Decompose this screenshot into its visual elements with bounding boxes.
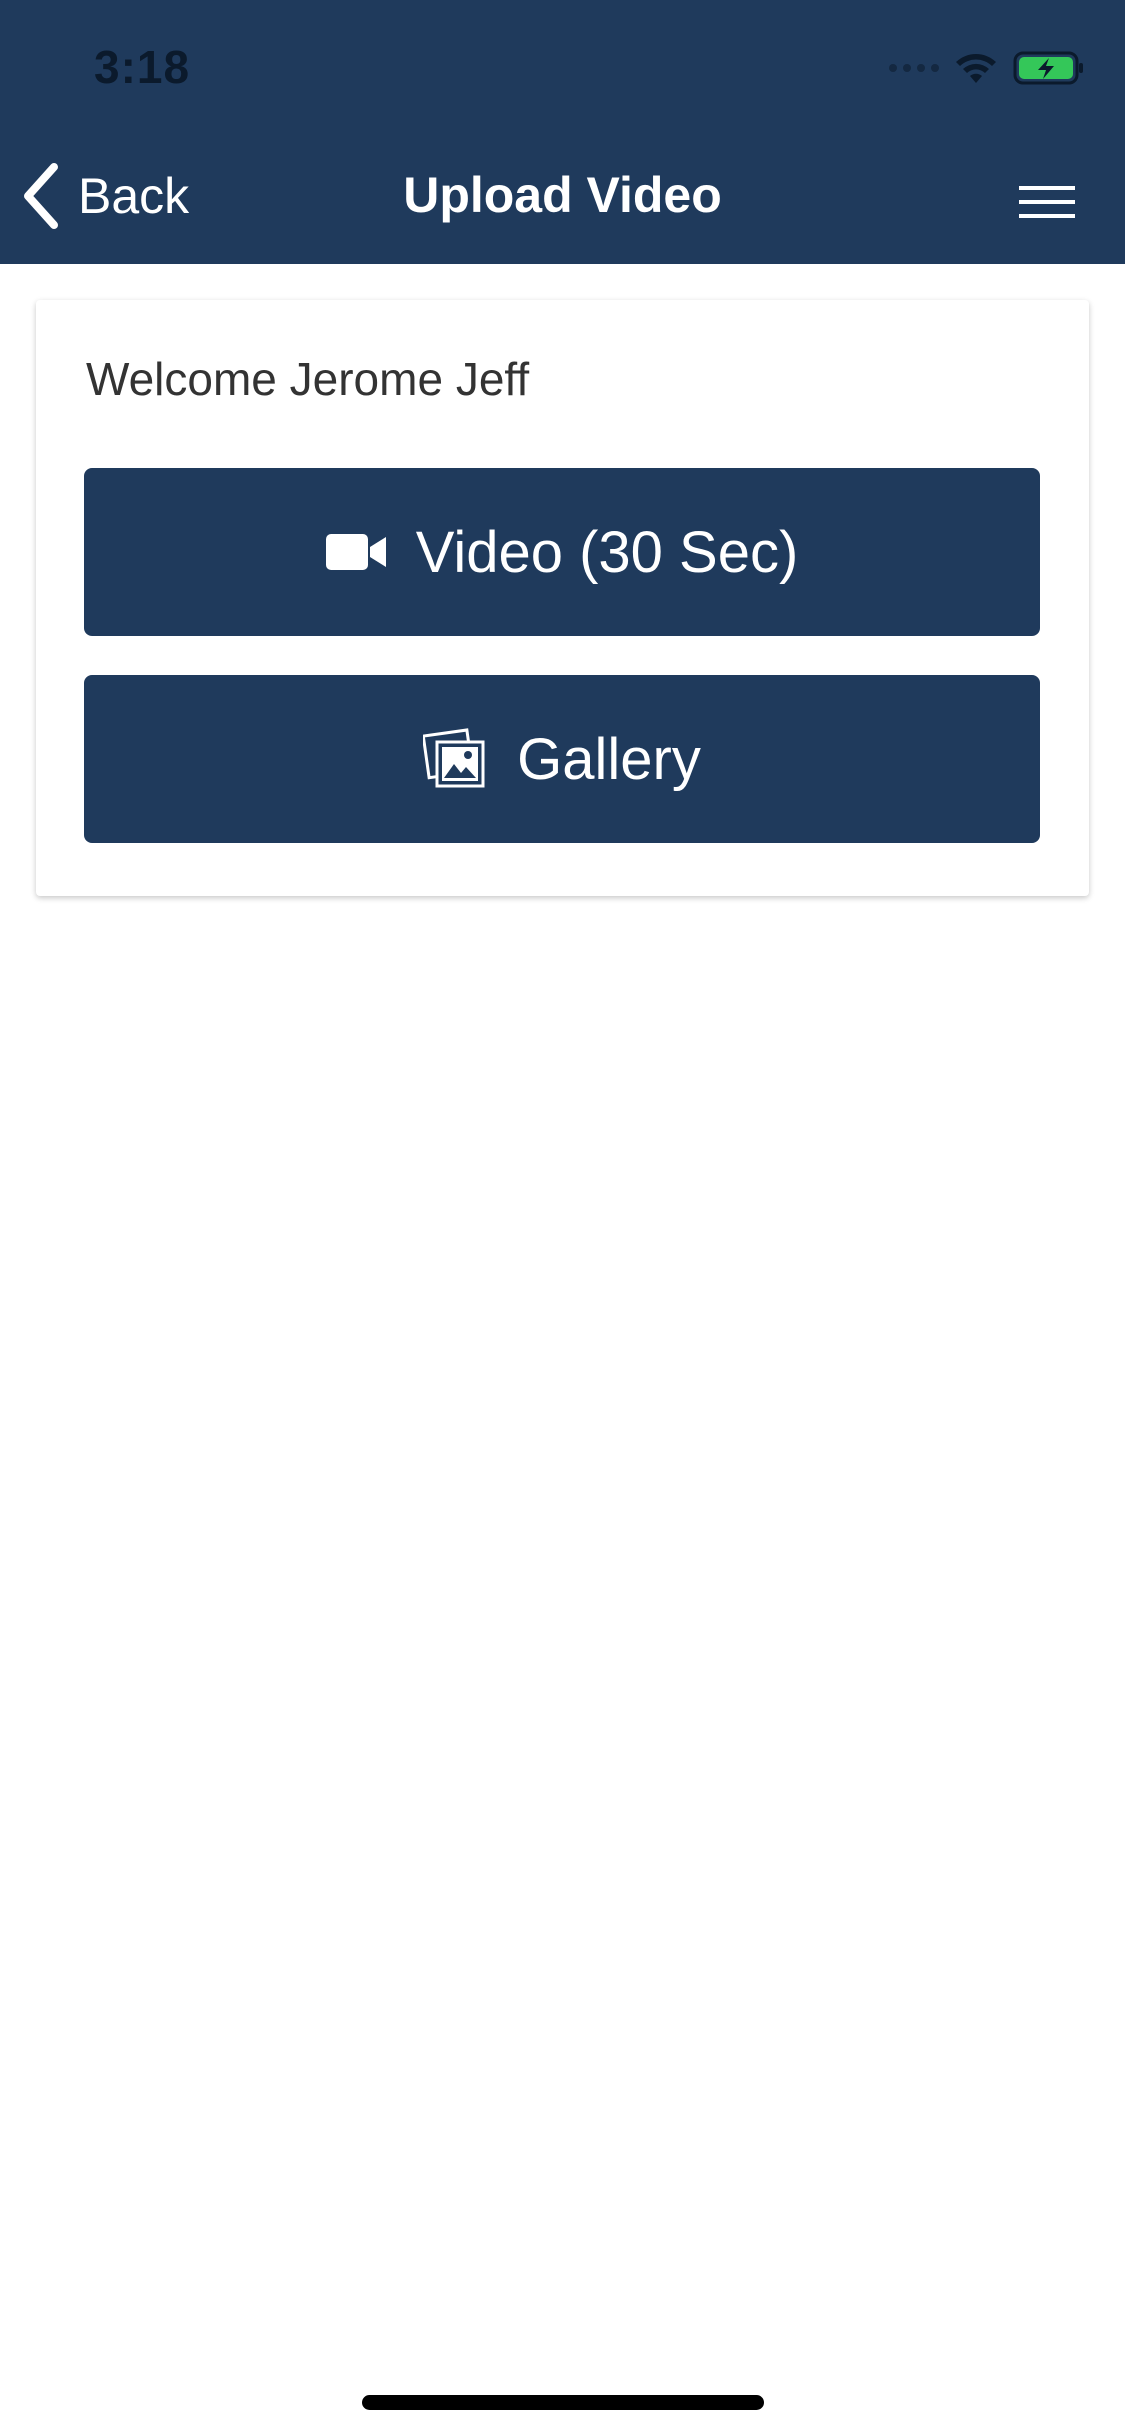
record-video-button[interactable]: Video (30 Sec) — [84, 468, 1040, 636]
welcome-text: Welcome Jerome Jeff — [86, 353, 530, 405]
home-indicator[interactable] — [362, 2395, 764, 2410]
gallery-button[interactable]: Gallery — [84, 675, 1040, 843]
upload-card: Welcome Jerome Jeff Video (30 Sec) Galle… — [36, 300, 1089, 896]
video-button-label: Video (30 Sec) — [415, 519, 799, 585]
video-camera-icon — [325, 534, 386, 570]
status-indicators — [889, 48, 1085, 88]
app-header: 3:18 Back Upload Video — [0, 0, 1125, 264]
battery-charging-icon — [1013, 51, 1083, 85]
wifi-icon — [956, 54, 996, 83]
cellular-signal-icon — [889, 64, 939, 72]
hamburger-menu-icon — [1019, 186, 1075, 218]
menu-button[interactable] — [1019, 182, 1075, 222]
photo-gallery-icon — [423, 728, 485, 788]
gallery-button-label: Gallery — [517, 726, 701, 792]
upload-video-screen: 3:18 Back Upload Video Welcome Jerome Je… — [0, 0, 1125, 2436]
page-title: Upload Video — [403, 167, 722, 223]
status-time: 3:18 — [94, 41, 191, 93]
